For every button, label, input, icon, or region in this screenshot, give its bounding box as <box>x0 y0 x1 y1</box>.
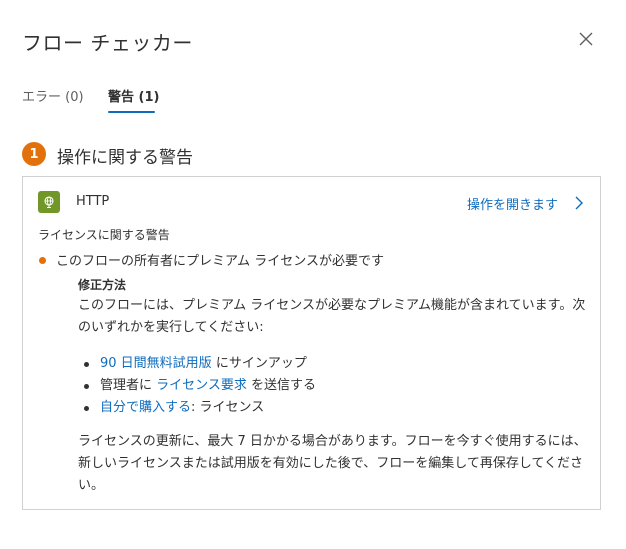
close-icon <box>579 32 593 46</box>
warning-card: HTTP 操作を開きます ライセンスに関する警告 このフローの所有者にプレミアム… <box>22 176 601 510</box>
http-action-icon <box>38 191 60 213</box>
list-bullet <box>84 362 89 367</box>
fix-options-list: 90 日間無料試用版 にサインアップ 管理者に ライセンス要求 を送信する 自分… <box>78 353 590 419</box>
fix-description: このフローには、プレミアム ライセンスが必要なプレミアム機能が含まれています。次… <box>78 298 586 335</box>
warning-category: ライセンスに関する警告 <box>38 228 170 242</box>
warning-count-badge: 1 <box>22 142 46 166</box>
open-action-link[interactable]: 操作を開きます <box>467 194 558 213</box>
action-name: HTTP <box>76 194 110 209</box>
active-tab-indicator <box>108 111 155 113</box>
list-item: 管理者に ライセンス要求 を送信する <box>78 375 590 397</box>
buy-yourself-link[interactable]: 自分で購入する <box>100 400 191 415</box>
fix-title: 修正方法 <box>78 278 127 292</box>
free-trial-link[interactable]: 90 日間無料試用版 <box>100 356 212 371</box>
license-update-note: ライセンスの更新に、最大 7 日かかる場合があります。フローを今すぐ使用するには… <box>78 434 587 493</box>
tab-errors[interactable]: エラー (0) <box>22 86 84 105</box>
close-button[interactable] <box>576 29 596 49</box>
list-item: 90 日間無料試用版 にサインアップ <box>78 353 590 375</box>
fix-instructions: 修正方法 このフローには、プレミアム ライセンスが必要なプレミアム機能が含まれて… <box>78 275 590 497</box>
warning-bullet <box>39 257 46 264</box>
list-bullet <box>84 406 89 411</box>
list-bullet <box>84 384 89 389</box>
section-title: 操作に関する警告 <box>57 148 193 168</box>
globe-icon <box>44 196 54 208</box>
tab-warnings[interactable]: 警告 (1) <box>108 86 159 105</box>
warning-message: このフローの所有者にプレミアム ライセンスが必要です <box>56 254 384 269</box>
chevron-right-icon[interactable] <box>574 195 584 210</box>
list-item: 自分で購入する: ライセンス <box>78 397 590 419</box>
license-request-link[interactable]: ライセンス要求 <box>156 378 247 393</box>
dialog-title: フロー チェッカー <box>22 31 193 55</box>
